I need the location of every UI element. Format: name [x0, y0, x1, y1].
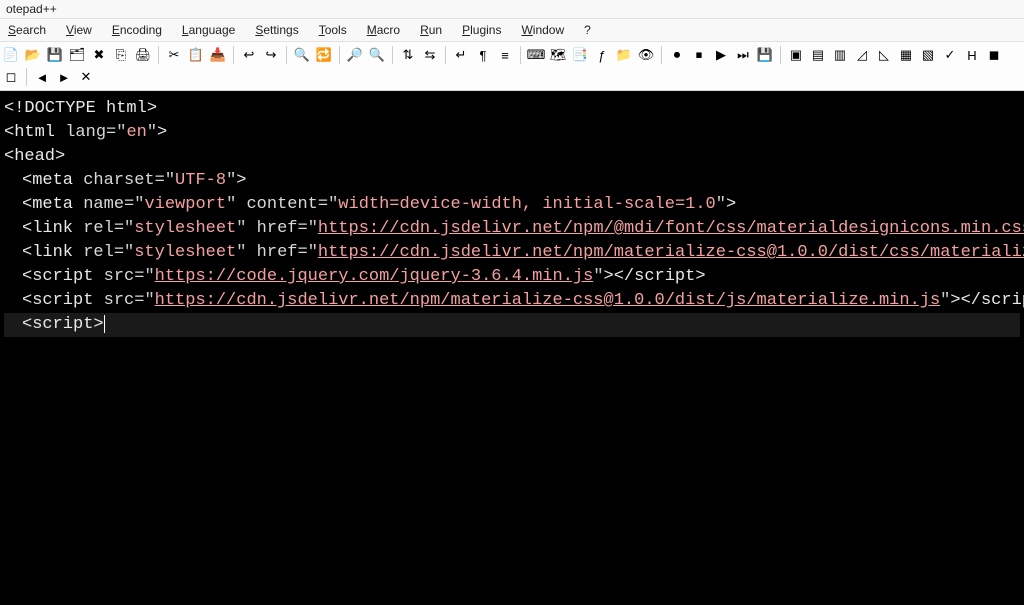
- code-line[interactable]: <script src="https://code.jquery.com/jqu…: [4, 265, 1020, 289]
- hidden-chars-icon[interactable]: ¶: [474, 46, 492, 64]
- play-icon[interactable]: ▶: [712, 46, 730, 64]
- save-all-icon[interactable]: 🗂: [68, 46, 86, 64]
- zoom-out-icon[interactable]: 🔍: [368, 46, 386, 64]
- tb6-icon[interactable]: ▦: [897, 46, 915, 64]
- tb3-icon[interactable]: ▥: [831, 46, 849, 64]
- toolbar-separator: [445, 46, 446, 64]
- menu-settings[interactable]: Settings: [247, 21, 306, 39]
- menu-search[interactable]: Search: [0, 21, 54, 39]
- print-icon[interactable]: 🖨: [134, 46, 152, 64]
- toolbar-separator: [392, 46, 393, 64]
- menu-tools[interactable]: Tools: [311, 21, 355, 39]
- stop-icon[interactable]: ⏹: [690, 46, 708, 64]
- menu-[interactable]: ?: [576, 21, 599, 39]
- find-icon[interactable]: 🔍: [293, 46, 311, 64]
- code-editor[interactable]: <!DOCTYPE html><html lang="en"><head><me…: [0, 91, 1024, 605]
- menu-language[interactable]: Language: [174, 21, 243, 39]
- prev-icon[interactable]: ◄: [33, 68, 51, 86]
- new-file-icon[interactable]: 📄: [2, 46, 20, 64]
- toolbar-separator: [26, 68, 27, 86]
- toolbar-separator: [339, 46, 340, 64]
- func-list-icon[interactable]: ƒ: [593, 46, 611, 64]
- sync-h-icon[interactable]: ⇆: [421, 46, 439, 64]
- copy-icon[interactable]: 📋: [187, 46, 205, 64]
- menu-view[interactable]: View: [58, 21, 100, 39]
- tb5-icon[interactable]: ◺: [875, 46, 893, 64]
- toolbar-separator: [661, 46, 662, 64]
- folder-icon[interactable]: 📁: [615, 46, 633, 64]
- toolbar-separator: [233, 46, 234, 64]
- record-icon[interactable]: ⏺: [668, 46, 686, 64]
- flag-icon[interactable]: ✕: [77, 68, 95, 86]
- menu-bar: SearchViewEncodingLanguageSettings ToolsM…: [0, 19, 1024, 42]
- code-line[interactable]: <html lang="en">: [4, 121, 1020, 145]
- tb7-icon[interactable]: ▧: [919, 46, 937, 64]
- sync-v-icon[interactable]: ⇅: [399, 46, 417, 64]
- tb4-icon[interactable]: ◿: [853, 46, 871, 64]
- doc-list-icon[interactable]: 📑: [571, 46, 589, 64]
- toolbar: 📄📂💾🗂✖⎘🖨✂📋📥↩↪🔍🔁🔎🔍⇅⇆↵¶≡⌨🗺📑ƒ📁👁⏺⏹▶⏭💾▣▤▥◿◺▦▧✓…: [0, 42, 1024, 91]
- menu-encoding[interactable]: Encoding: [104, 21, 170, 39]
- code-line[interactable]: <link rel="stylesheet" href="https://cdn…: [4, 217, 1020, 241]
- undo-icon[interactable]: ↩: [240, 46, 258, 64]
- zoom-in-icon[interactable]: 🔎: [346, 46, 364, 64]
- close-icon[interactable]: ✖: [90, 46, 108, 64]
- replace-icon[interactable]: 🔁: [315, 46, 333, 64]
- code-line[interactable]: <!DOCTYPE html>: [4, 97, 1020, 121]
- paste-icon[interactable]: 📥: [209, 46, 227, 64]
- title-bar: otepad++: [0, 0, 1024, 19]
- toolbar-separator: [520, 46, 521, 64]
- tb2-icon[interactable]: ▤: [809, 46, 827, 64]
- play-multi-icon[interactable]: ⏭: [734, 46, 752, 64]
- code-line[interactable]: <script>: [4, 313, 1020, 337]
- code-line[interactable]: <meta charset="UTF-8">: [4, 169, 1020, 193]
- menu-run[interactable]: Run: [412, 21, 450, 39]
- menu-macro[interactable]: Macro: [359, 21, 408, 39]
- app-title: otepad++: [6, 2, 57, 16]
- code-line[interactable]: <link rel="stylesheet" href="https://cdn…: [4, 241, 1020, 265]
- light-icon[interactable]: ◻: [2, 68, 20, 86]
- redo-icon[interactable]: ↪: [262, 46, 280, 64]
- dark-icon[interactable]: ◼: [985, 46, 1003, 64]
- open-file-icon[interactable]: 📂: [24, 46, 42, 64]
- save-macro-icon[interactable]: 💾: [756, 46, 774, 64]
- save-icon[interactable]: 💾: [46, 46, 64, 64]
- cut-icon[interactable]: ✂: [165, 46, 183, 64]
- menu-plugins[interactable]: Plugins: [454, 21, 509, 39]
- code-line[interactable]: <script src="https://cdn.jsdelivr.net/np…: [4, 289, 1020, 313]
- indent-guide-icon[interactable]: ≡: [496, 46, 514, 64]
- bold-icon[interactable]: H: [963, 46, 981, 64]
- next-icon[interactable]: ►: [55, 68, 73, 86]
- toolbar-separator: [158, 46, 159, 64]
- spellcheck-icon[interactable]: ✓: [941, 46, 959, 64]
- code-line[interactable]: <meta name="viewport" content="width=dev…: [4, 193, 1020, 217]
- close-all-icon[interactable]: ⎘: [112, 46, 130, 64]
- toolbar-separator: [286, 46, 287, 64]
- wordwrap-icon[interactable]: ↵: [452, 46, 470, 64]
- monitor-icon[interactable]: 👁: [637, 46, 655, 64]
- doc-map-icon[interactable]: 🗺: [549, 46, 567, 64]
- toolbar-separator: [780, 46, 781, 64]
- tb1-icon[interactable]: ▣: [787, 46, 805, 64]
- lang-icon[interactable]: ⌨: [527, 46, 545, 64]
- code-line[interactable]: <head>: [4, 145, 1020, 169]
- menu-window[interactable]: Window: [513, 21, 572, 39]
